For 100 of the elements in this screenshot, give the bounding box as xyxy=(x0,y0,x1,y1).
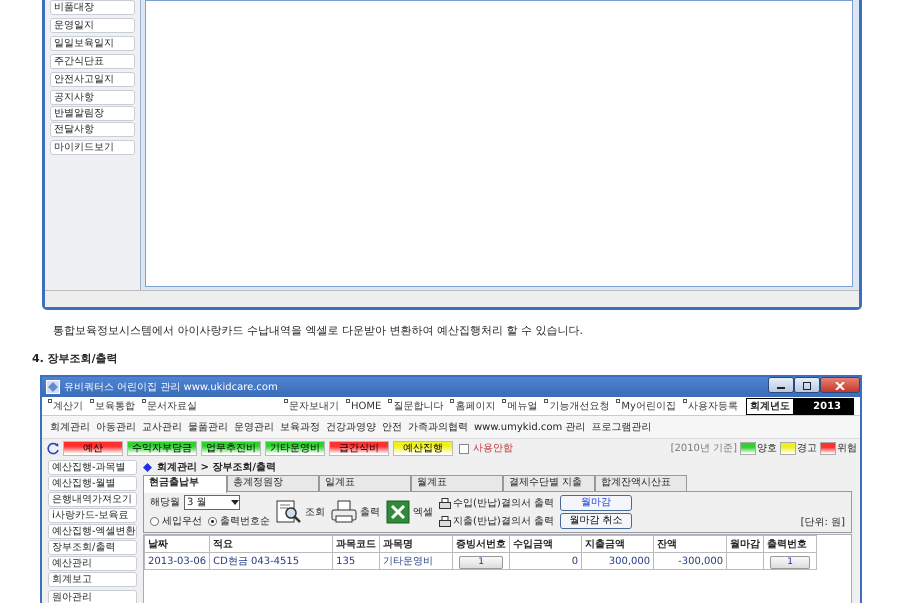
quick-link[interactable]: 계산기 xyxy=(48,398,83,414)
table-cell: 135 xyxy=(332,552,380,570)
refresh-icon[interactable] xyxy=(47,442,60,455)
column-header: 수입금액 xyxy=(510,536,582,552)
sidebar-item[interactable]: 회계보고 xyxy=(48,572,137,587)
budget-button[interactable]: 예산 xyxy=(63,441,123,456)
menu-item[interactable]: 물품관리 xyxy=(188,420,228,434)
caret-icon xyxy=(231,500,239,505)
sidebar-item[interactable]: 예산관리 xyxy=(48,556,137,571)
tab[interactable]: 현금출납부 xyxy=(143,475,227,493)
toolbar-button[interactable]: 조회 xyxy=(276,500,325,524)
column-header: 지출금액 xyxy=(582,536,654,552)
menu-item[interactable]: 회계관리 xyxy=(50,420,90,434)
legend-label: 위험 xyxy=(837,442,857,456)
sidebar-item[interactable]: 전달사항 xyxy=(50,122,135,137)
magnifier-document-icon xyxy=(276,500,302,524)
maximize-icon xyxy=(802,382,812,390)
quick-link[interactable]: 질문합니다 xyxy=(388,398,444,414)
table-cell: -300,000 xyxy=(654,552,727,570)
sidebar-item[interactable]: 예산집행-월별 xyxy=(48,476,137,491)
column-header: 출력번호 xyxy=(764,536,817,552)
spreadsheet-icon xyxy=(386,500,410,524)
budget-button[interactable]: 예산집행 xyxy=(393,441,453,456)
quick-link[interactable]: 홈페이지 xyxy=(450,398,496,414)
close-icon xyxy=(835,382,845,390)
print-link[interactable]: 수입(반납)결의서 출력 xyxy=(439,496,554,510)
minimize-button[interactable] xyxy=(768,377,794,393)
menu-item[interactable]: 프로그램관리 xyxy=(591,420,652,434)
sidebar-item[interactable]: 주간식단표 xyxy=(50,54,135,69)
menu-item[interactable]: 보육과정 xyxy=(280,420,320,434)
sidebar-item[interactable]: 장부조회/출력 xyxy=(48,540,137,555)
sidebar-item[interactable]: 마이키드보기 xyxy=(50,140,135,155)
window-title: 유비쿼터스 어린이집 관리 www.ukidcare.com xyxy=(64,380,279,394)
month-close-button[interactable]: 월마감 취소 xyxy=(560,513,632,529)
sidebar-item[interactable]: 비품대장 xyxy=(50,0,135,15)
radio-option[interactable]: 출력번호순 xyxy=(208,514,270,529)
row-button[interactable]: 1 xyxy=(770,556,810,568)
table-cell: CD현금 043-4515 xyxy=(210,552,333,570)
sidebar-item[interactable]: 일일보육일지 xyxy=(50,36,135,51)
quick-link[interactable]: 문자보내기 xyxy=(284,398,339,414)
quick-link[interactable]: 보육통합 xyxy=(90,398,135,414)
tab[interactable]: 합계잔액시산표 xyxy=(595,475,687,491)
app-icon xyxy=(46,380,60,394)
menu-item[interactable]: www.umykid.com 관리 xyxy=(474,420,586,434)
sidebar-item[interactable]: 예산집행-엑셀변환 xyxy=(48,524,137,539)
column-header: 과목명 xyxy=(380,536,453,552)
budget-button[interactable]: 급간식비 xyxy=(329,441,389,456)
sidebar-item[interactable]: 예산집행-과목별 xyxy=(48,460,137,475)
close-button[interactable] xyxy=(820,377,860,393)
column-header: 과목코드 xyxy=(332,536,380,552)
row-button[interactable]: 1 xyxy=(459,556,504,568)
tab[interactable]: 일계표 xyxy=(319,475,411,491)
table-cell: 0 xyxy=(510,552,582,570)
budget-button[interactable]: 기타운영비 xyxy=(265,441,325,456)
quick-link[interactable]: 메뉴얼 xyxy=(502,398,538,414)
unit-label: [단위: 원] xyxy=(800,516,845,530)
sidebar-item[interactable]: 안전사고일지 xyxy=(50,72,135,87)
toolbar-button[interactable]: 엑셀 xyxy=(386,500,433,524)
maximize-button[interactable] xyxy=(794,377,820,393)
tab[interactable]: 월계표 xyxy=(411,475,503,491)
legend-label: 양호 xyxy=(757,442,777,456)
sidebar-item[interactable]: 반별알림장 xyxy=(50,106,135,121)
quick-link[interactable]: My어린이집 xyxy=(616,398,676,414)
menu-item[interactable]: 운영관리 xyxy=(234,420,274,434)
menu-item[interactable]: 건강과영양 xyxy=(326,420,376,434)
checkbox[interactable] xyxy=(459,444,469,454)
sidebar-item[interactable]: 운영일지 xyxy=(50,18,135,33)
print-link[interactable]: 지출(반납)결의서 출력 xyxy=(439,514,554,528)
legend-note: [2010년 기준] xyxy=(670,442,737,456)
column-header: 잔액 xyxy=(654,536,727,552)
quick-link[interactable]: 사용자등록 xyxy=(682,398,738,414)
caption-text: 통합보육정보시스템에서 아이사랑카드 수납내역을 엑셀로 다운받아 변환하여 예산집행처리 할 수 있습니다. xyxy=(53,323,584,339)
diamond-icon xyxy=(143,463,152,472)
sidebar-item[interactable]: 은행내역가져오기 xyxy=(48,492,137,507)
menu-item[interactable]: 아동관리 xyxy=(96,420,136,434)
budget-button[interactable]: 수익자부담금 xyxy=(127,441,197,456)
printer-icon xyxy=(439,498,451,508)
table-cell: 300,000 xyxy=(582,552,654,570)
tab[interactable]: 결제수단별 지출 xyxy=(503,475,595,491)
field-label: 해당월 xyxy=(150,496,180,510)
sidebar-item[interactable]: i사랑카드-보육료 xyxy=(48,508,137,523)
menu-item[interactable]: 안전 xyxy=(382,420,402,434)
budget-button[interactable]: 업무추진비 xyxy=(201,441,261,456)
tab[interactable]: 총계정원장 xyxy=(227,475,319,491)
month-dropdown[interactable]: 3 월 xyxy=(184,495,240,510)
column-header: 적요 xyxy=(210,536,333,552)
column-header: 증빙서번호 xyxy=(452,536,510,552)
quick-link[interactable]: 문서자료실 xyxy=(142,398,197,414)
radio-option[interactable]: 세입우선 xyxy=(150,514,202,529)
month-close-button[interactable]: 월마감 xyxy=(560,495,632,511)
menu-item[interactable]: 가족과의협력 xyxy=(408,420,468,434)
quick-link[interactable]: HOME xyxy=(346,398,382,414)
sidebar-item[interactable]: 원아관리 xyxy=(48,590,137,603)
sidebar-item[interactable]: 공지사항 xyxy=(50,90,135,105)
toolbar-button[interactable]: 출력 xyxy=(331,500,380,524)
quick-link[interactable]: 기능개선요청 xyxy=(544,398,610,414)
legend-label: 경고 xyxy=(797,442,817,456)
menu-item[interactable]: 교사관리 xyxy=(142,420,182,434)
table-cell: 기타운영비 xyxy=(380,552,453,570)
section-heading: 4. 장부조회/출력 xyxy=(32,351,119,367)
